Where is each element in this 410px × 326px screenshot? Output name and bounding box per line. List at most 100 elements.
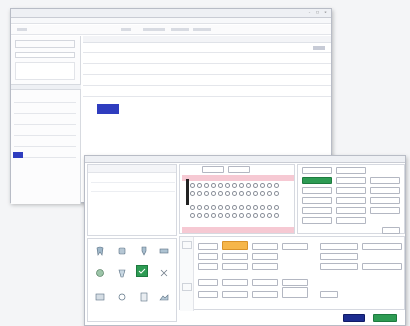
sidebar-selected-item[interactable] [13, 152, 23, 158]
sidebar-tabstrip[interactable] [11, 84, 81, 90]
tooth-cell[interactable] [204, 183, 209, 188]
option-button[interactable] [302, 167, 332, 174]
tooth-cell[interactable] [197, 213, 202, 218]
option-button[interactable] [382, 227, 400, 234]
tooth-cell[interactable] [218, 213, 223, 218]
lower-tooth-row[interactable] [182, 227, 294, 233]
tooth-cell[interactable] [218, 183, 223, 188]
toolbar-item[interactable] [17, 28, 27, 31]
extraction-icon[interactable] [158, 267, 170, 279]
tooth-cell[interactable] [267, 183, 272, 188]
close-icon[interactable]: × [323, 10, 328, 15]
treatment-button[interactable] [222, 279, 248, 286]
treatment-button[interactable] [198, 263, 218, 270]
tooth-cell[interactable] [239, 213, 244, 218]
chart-tab-2[interactable] [228, 166, 250, 173]
treatment-button[interactable] [282, 287, 308, 298]
root-icon[interactable] [116, 267, 128, 279]
option-button[interactable] [370, 197, 400, 204]
tooth-cell[interactable] [225, 191, 230, 196]
treatment-button[interactable] [198, 243, 218, 250]
tooth-cell[interactable] [274, 191, 279, 196]
option-button[interactable] [336, 187, 366, 194]
tooth-cell[interactable] [267, 213, 272, 218]
treatment-button[interactable] [282, 279, 308, 286]
option-button[interactable] [302, 197, 332, 204]
bridge-icon[interactable] [158, 245, 170, 257]
treatment-button[interactable] [320, 291, 338, 298]
tooth-cell[interactable] [204, 213, 209, 218]
confirm-button[interactable] [373, 314, 397, 322]
tooth-cell[interactable] [204, 205, 209, 210]
tooth-cell[interactable] [190, 183, 195, 188]
tooth-cell[interactable] [218, 191, 223, 196]
tooth-cell[interactable] [274, 205, 279, 210]
option-button[interactable] [302, 217, 332, 224]
sidebar-search[interactable] [15, 52, 75, 58]
crown-icon[interactable] [116, 245, 128, 257]
treatment-button[interactable] [222, 263, 248, 270]
tooth-cell[interactable] [190, 213, 195, 218]
grid-selected-cell[interactable] [97, 104, 119, 114]
tooth-cell[interactable] [204, 191, 209, 196]
side-tab[interactable] [182, 283, 192, 291]
tooth-cell[interactable] [246, 205, 251, 210]
option-button[interactable] [336, 207, 366, 214]
tooth-cell[interactable] [232, 191, 237, 196]
toolbar-item[interactable] [193, 28, 211, 31]
tooth-cell[interactable] [246, 183, 251, 188]
toolbar-item[interactable] [171, 28, 189, 31]
treatment-button[interactable] [252, 291, 278, 298]
treatment-button[interactable] [320, 263, 358, 270]
tooth-cell[interactable] [274, 213, 279, 218]
tooth-cell[interactable] [239, 205, 244, 210]
tooth-icon[interactable] [94, 245, 106, 257]
selected-tool-icon[interactable] [136, 265, 148, 277]
tooth-cell[interactable] [253, 205, 258, 210]
maximize-icon[interactable]: □ [315, 10, 320, 15]
tooth-cell[interactable] [211, 191, 216, 196]
tooth-cell[interactable] [197, 191, 202, 196]
minimize-icon[interactable]: – [307, 10, 312, 15]
patient-row[interactable] [91, 185, 175, 192]
tooth-cell[interactable] [239, 183, 244, 188]
tooth-cell[interactable] [218, 205, 223, 210]
tooth-cell[interactable] [225, 183, 230, 188]
chart-tab-1[interactable] [202, 166, 224, 173]
tooth-cell[interactable] [246, 213, 251, 218]
photo-icon[interactable] [158, 291, 170, 303]
tooth-cell[interactable] [211, 213, 216, 218]
tooth-cell[interactable] [253, 213, 258, 218]
side-tab[interactable] [182, 241, 192, 249]
xray-icon[interactable] [94, 291, 106, 303]
treatment-button[interactable] [198, 253, 218, 260]
toolbar-item[interactable] [143, 28, 165, 31]
treatment-button[interactable] [320, 253, 358, 260]
treatment-button[interactable] [252, 243, 278, 250]
treatment-button[interactable] [198, 291, 218, 298]
tooth-cell[interactable] [225, 205, 230, 210]
sidebar-calendar[interactable] [15, 62, 75, 80]
filling-icon[interactable] [94, 267, 106, 279]
option-button[interactable] [336, 177, 366, 184]
implant-icon[interactable] [138, 245, 150, 257]
treatment-button[interactable] [222, 253, 248, 260]
option-button[interactable] [336, 217, 366, 224]
tooth-cell[interactable] [260, 205, 265, 210]
treatment-button[interactable] [222, 291, 248, 298]
cancel-button[interactable] [343, 314, 365, 322]
tooth-cell[interactable] [267, 191, 272, 196]
option-button[interactable] [336, 197, 366, 204]
tooth-cell[interactable] [260, 213, 265, 218]
tooth-cell[interactable] [190, 205, 195, 210]
tooth-cell[interactable] [211, 205, 216, 210]
treatment-button[interactable] [252, 263, 278, 270]
tooth-cell[interactable] [232, 183, 237, 188]
selected-option-button[interactable] [302, 177, 332, 184]
tooth-cell[interactable] [211, 183, 216, 188]
treatment-button[interactable] [320, 243, 358, 250]
tooth-cell[interactable] [246, 191, 251, 196]
tooth-cell[interactable] [253, 183, 258, 188]
option-button[interactable] [336, 167, 366, 174]
treatment-button[interactable] [252, 253, 278, 260]
